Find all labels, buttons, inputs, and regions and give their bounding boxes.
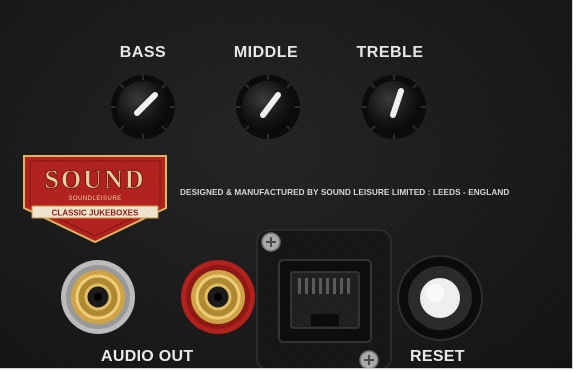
logo-subtitle-text: SOUNDLEISURE	[68, 196, 121, 202]
bass-knob[interactable]	[109, 73, 177, 141]
manufacturer-text: DESIGNED & MANUFACTURED BY SOUND LEISURE…	[180, 188, 510, 197]
ethernet-port[interactable]	[255, 228, 393, 369]
logo-brand-text: SOUND	[44, 165, 145, 194]
treble-knob[interactable]	[360, 73, 428, 141]
middle-label: MIDDLE	[233, 44, 299, 61]
logo-banner-text: CLASSIC JUKEBOXES	[52, 209, 139, 218]
screw-icon	[359, 350, 379, 368]
audio-out-right-jack[interactable]	[178, 257, 258, 337]
amplifier-panel: BASS MIDDLE TREBLE SOUND SOUNDLEISURE CL…	[0, 0, 573, 369]
bass-label: BASS	[119, 44, 167, 61]
middle-knob[interactable]	[234, 73, 302, 141]
reset-button[interactable]	[395, 253, 485, 343]
treble-label: TREBLE	[356, 44, 424, 61]
audio-out-label: AUDIO OUT	[101, 348, 194, 365]
audio-out-left-jack[interactable]	[58, 257, 138, 337]
sound-leisure-logo: SOUND SOUNDLEISURE CLASSIC JUKEBOXES	[23, 155, 167, 244]
screw-icon	[261, 232, 281, 252]
reset-label: RESET	[410, 348, 465, 365]
